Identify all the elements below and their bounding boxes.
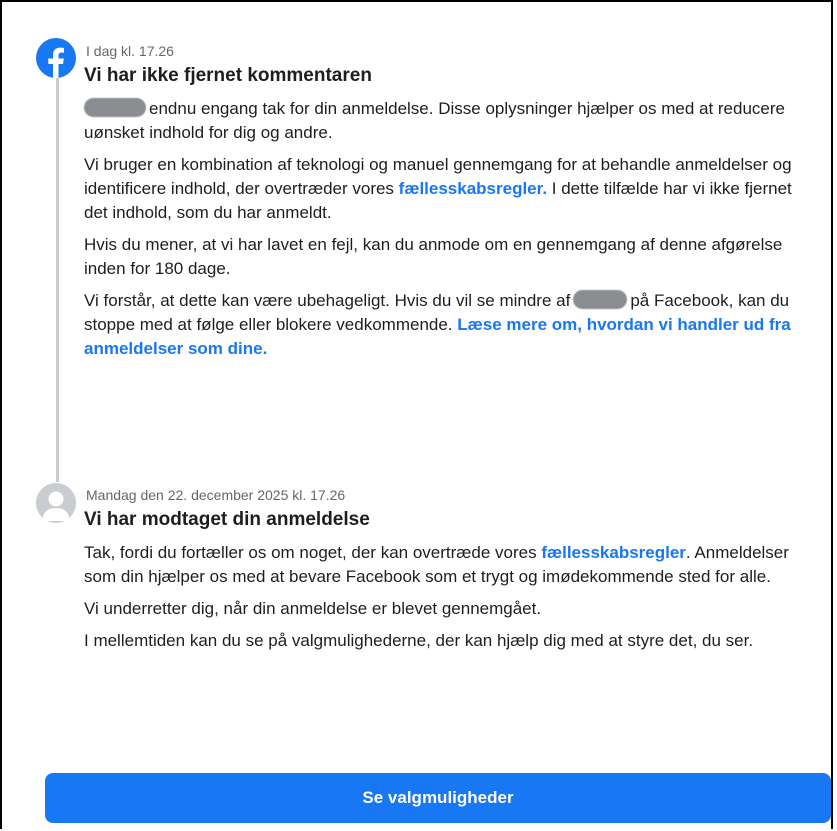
community-standards-link[interactable]: fællesskabsregler.	[399, 179, 547, 198]
user-avatar-icon	[36, 483, 76, 523]
facebook-logo-icon	[36, 38, 76, 78]
paragraph: Vi underretter dig, når din anmeldelse e…	[84, 599, 542, 618]
paragraph: Hvis du mener, at vi har lavet en fejl, …	[84, 235, 783, 278]
paragraph: endnu engang tak for din anmeldelse. Dis…	[84, 98, 785, 142]
timestamp: I dag kl. 17.26	[86, 43, 174, 59]
redacted-name	[84, 98, 146, 117]
paragraph: Tak, fordi du fortæller os om noget, der…	[84, 543, 789, 586]
redacted-name	[573, 290, 628, 309]
notification-title: Vi har ikke fjernet kommentaren	[84, 65, 372, 86]
notification-removed-decision: I dag kl. 17.26 Vi har ikke fjernet komm…	[84, 42, 814, 369]
see-options-button[interactable]: Se valgmuligheder	[45, 773, 831, 823]
community-standards-link[interactable]: fællesskabsregler	[541, 543, 686, 562]
notification-title: Vi har modtaget din anmeldelse	[84, 509, 370, 530]
paragraph: Vi bruger en kombination af teknologi og…	[84, 155, 792, 222]
notification-report-received: Mandag den 22. december 2025 kl. 17.26 V…	[84, 486, 814, 661]
paragraph: I mellemtiden kan du se på valgmulighede…	[84, 631, 754, 650]
paragraph: Vi forstår, at dette kan være ubehagelig…	[84, 290, 791, 358]
timeline-line	[56, 70, 59, 482]
timestamp: Mandag den 22. december 2025 kl. 17.26	[86, 487, 346, 503]
